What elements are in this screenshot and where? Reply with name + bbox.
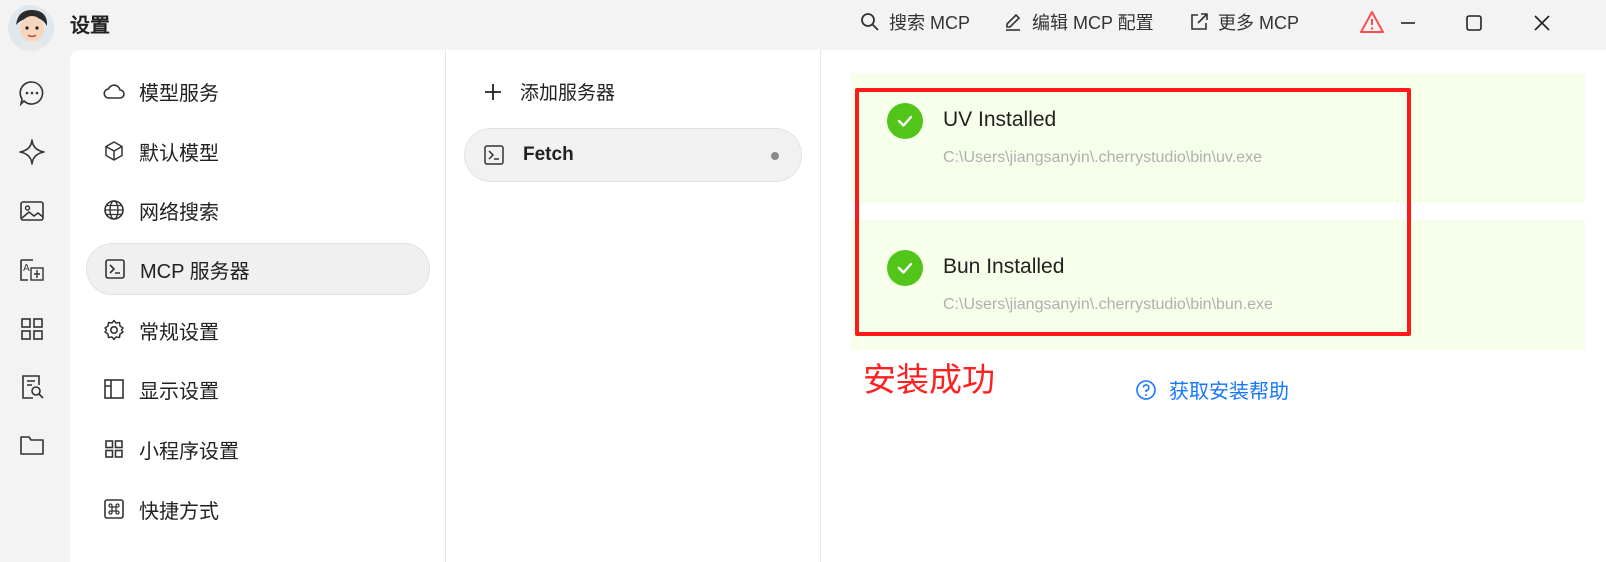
menu-item-label: 默认模型 [139,142,219,165]
plus-icon [485,83,501,100]
image-icon[interactable] [18,197,46,225]
close-icon [1534,15,1550,31]
uv-status-title: UV Installed [943,108,1057,131]
title-bar: 设置 搜索 MCP 编辑 MCP 配置 更多 MCP [0,0,1606,51]
menu-item-general-settings[interactable]: 常规设置 [86,304,430,356]
menu-item-display-settings[interactable]: 显示设置 [86,363,430,415]
install-help-link[interactable]: 获取安装帮助 [1135,375,1289,404]
gear-icon [104,319,124,341]
uv-status-card: UV Installed C:\Users\jiangsanyin\.cherr… [851,73,1585,203]
menu-item-web-search[interactable]: 网络搜索 [86,184,430,236]
edit-mcp-config-label: 编辑 MCP 配置 [1032,13,1154,33]
maximize-icon [1466,15,1482,31]
more-mcp-button[interactable]: 更多 MCP [1189,9,1299,35]
command-icon [104,499,124,519]
nav-rail: A [0,50,70,562]
server-list-panel: 添加服务器 Fetch [446,50,821,562]
search-mcp-label: 搜索 MCP [889,13,970,33]
external-link-icon [1191,13,1208,30]
apps-icon[interactable] [18,315,46,343]
terminal-icon [105,259,125,279]
page-title: 设置 [70,15,110,37]
server-item-fetch[interactable]: Fetch [464,128,802,182]
add-server-label: 添加服务器 [520,83,616,104]
chat-icon[interactable] [18,79,46,107]
menu-item-label: MCP 服务器 [140,260,250,283]
bun-path: C:\Users\jiangsanyin\.cherrystudio\bin\b… [943,296,1273,313]
main-content: UV Installed C:\Users\jiangsanyin\.cherr… [821,50,1606,562]
status-dot [771,152,779,160]
menu-item-miniapp-settings[interactable]: 小程序设置 [86,423,430,475]
terminal-icon [484,145,504,165]
edit-mcp-config-button[interactable]: 编辑 MCP 配置 [1003,9,1154,35]
cube-icon [105,141,123,161]
translate-icon[interactable]: A [18,256,46,284]
menu-item-label: 快捷方式 [139,500,219,523]
minimize-button[interactable] [1393,8,1423,38]
uv-path: C:\Users\jiangsanyin\.cherrystudio\bin\u… [943,149,1262,166]
check-circle-icon [887,103,923,139]
bun-status-card: Bun Installed C:\Users\jiangsanyin\.cher… [851,220,1585,350]
warning-icon[interactable] [1359,10,1385,34]
menu-item-mcp-servers[interactable]: MCP 服务器 [86,243,430,295]
menu-item-label: 小程序设置 [139,440,239,463]
menu-item-label: 网络搜索 [139,201,219,224]
annotation-text: 安装成功 [863,360,995,399]
bun-status-title: Bun Installed [943,255,1065,278]
menu-item-default-model[interactable]: 默认模型 [86,125,430,177]
menu-item-label: 模型服务 [139,82,219,105]
avatar[interactable] [8,5,54,51]
help-circle-icon [1136,379,1156,400]
more-mcp-label: 更多 MCP [1218,13,1299,33]
globe-icon [104,200,124,220]
svg-text:A: A [23,263,30,274]
folder-icon[interactable] [18,431,46,459]
add-server-button[interactable]: 添加服务器 [482,78,615,105]
menu-item-model-service[interactable]: 模型服务 [86,65,430,117]
pencil-icon [1006,13,1021,31]
layout-icon [104,379,124,399]
install-help-label: 获取安装帮助 [1169,381,1289,403]
menu-item-shortcuts[interactable]: 快捷方式 [86,483,430,535]
settings-menu: 模型服务 默认模型 网络搜索 MCP 服务器 常规设置 显示设置 小程序设置 快… [70,50,446,562]
grid-icon [105,440,123,458]
minimize-icon [1401,22,1415,24]
search-icon [861,13,879,31]
knowledge-icon[interactable] [18,373,46,401]
sparkle-icon[interactable] [18,138,46,166]
server-name: Fetch [523,144,574,165]
menu-item-label: 常规设置 [139,321,219,344]
search-mcp-button[interactable]: 搜索 MCP [860,9,970,35]
maximize-button[interactable] [1459,8,1489,38]
close-button[interactable] [1527,8,1557,38]
cloud-icon [103,84,125,99]
check-circle-icon [887,250,923,286]
menu-item-label: 显示设置 [139,380,219,403]
